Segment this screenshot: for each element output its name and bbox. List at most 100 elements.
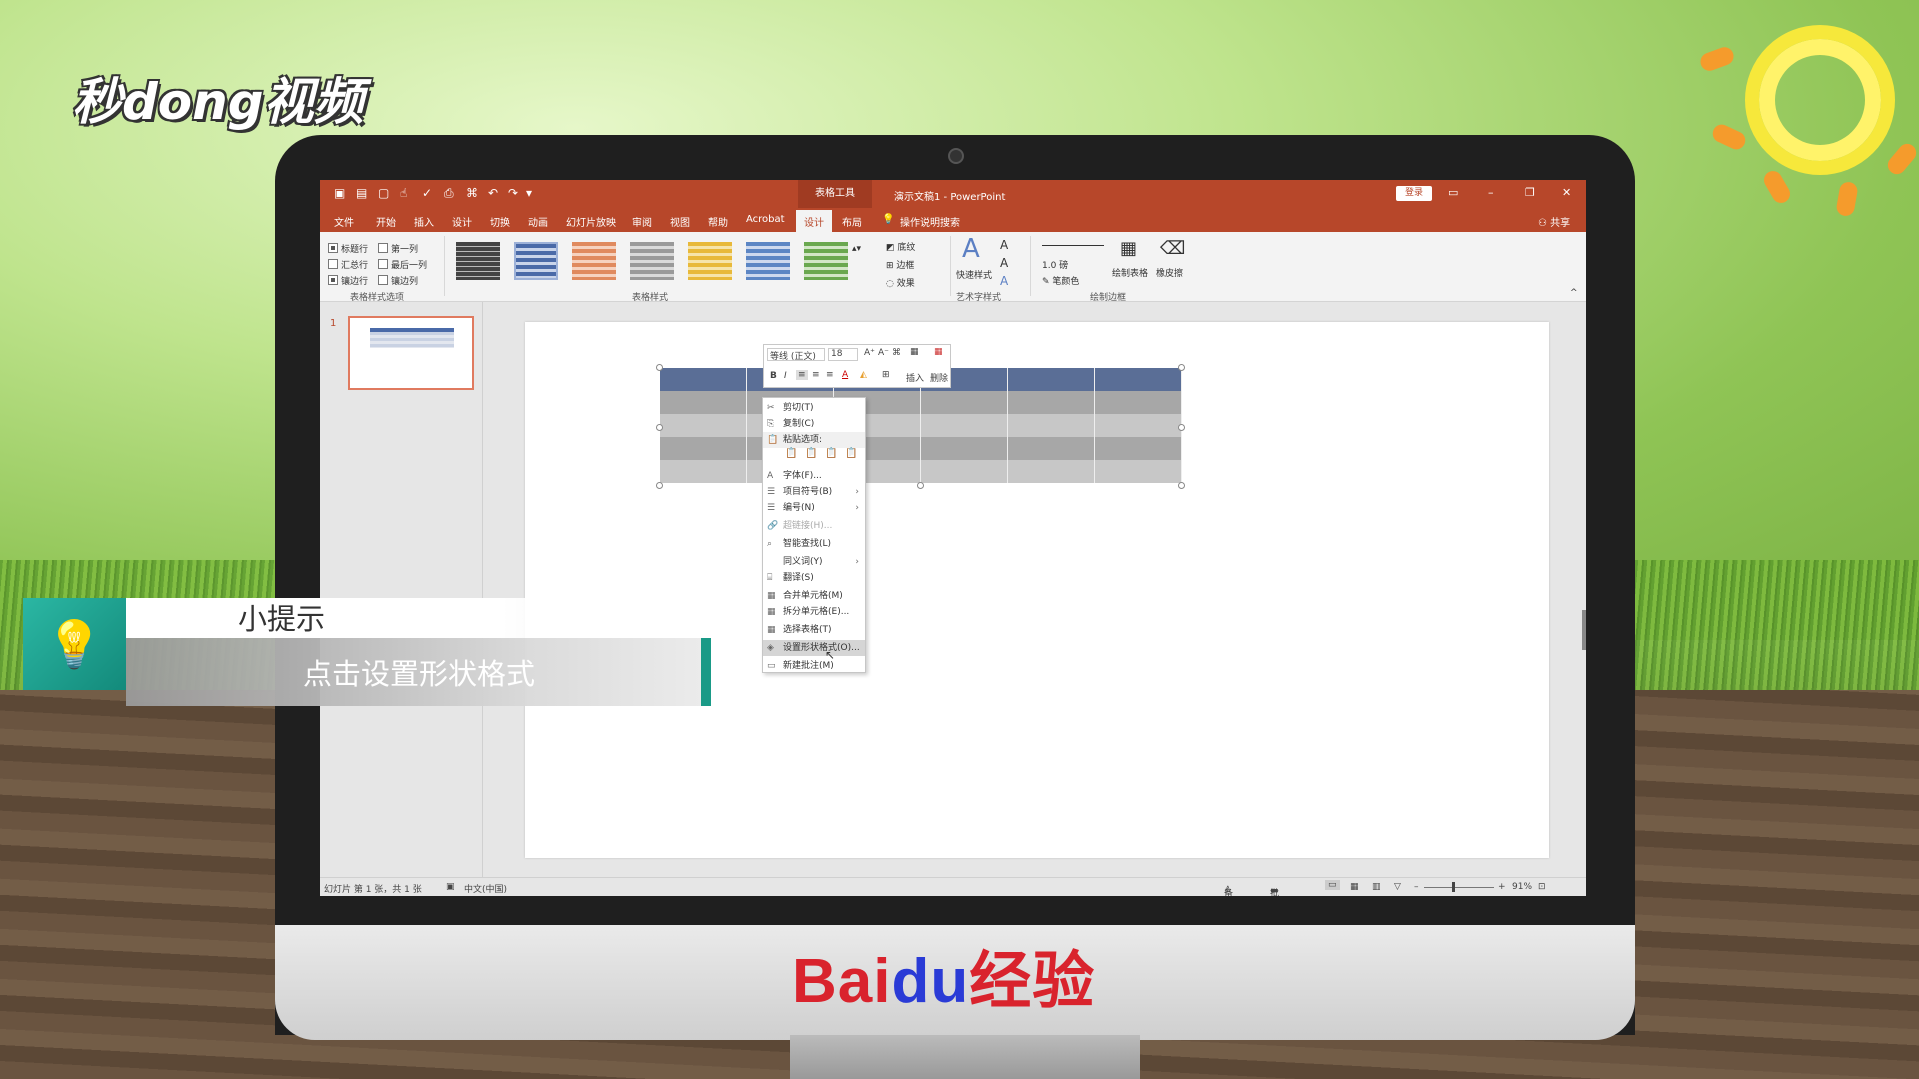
zoom-in-icon[interactable]: + bbox=[1498, 882, 1506, 892]
ribbon-display-icon[interactable]: ▭ bbox=[1448, 186, 1458, 199]
menu-item-smart-lookup[interactable]: ⌕ 智能查找(L) bbox=[763, 536, 865, 552]
paste-picture-icon[interactable]: 📋 bbox=[825, 448, 837, 459]
close-icon[interactable]: ✕ bbox=[1562, 186, 1571, 199]
tab-animations[interactable]: 动画 bbox=[528, 214, 548, 229]
customize-qa-icon[interactable]: ▾ bbox=[526, 186, 532, 200]
tab-review[interactable]: 审阅 bbox=[632, 214, 652, 229]
pen-style-dropdown[interactable] bbox=[1042, 240, 1104, 246]
table-style-dark[interactable] bbox=[456, 242, 500, 280]
resize-handle[interactable] bbox=[656, 424, 663, 431]
resize-handle[interactable] bbox=[1178, 424, 1185, 431]
text-fill-icon[interactable]: A bbox=[1000, 238, 1008, 252]
resize-handle[interactable] bbox=[917, 482, 924, 489]
table-style-blue-selected[interactable] bbox=[514, 242, 558, 280]
zoom-slider-thumb[interactable] bbox=[1452, 882, 1455, 892]
font-size-dropdown[interactable]: 18 bbox=[828, 348, 858, 361]
print-preview-icon[interactable]: ⎙ bbox=[444, 186, 454, 201]
align-left-icon[interactable]: ≡ bbox=[812, 370, 820, 380]
table-row[interactable] bbox=[660, 414, 1182, 437]
maximize-icon[interactable]: ❐ bbox=[1525, 186, 1535, 199]
menu-item-merge-cells[interactable]: ▦ 合并单元格(M) bbox=[763, 588, 865, 604]
text-effects-icon[interactable]: A bbox=[1000, 274, 1008, 288]
paste-destination-icon[interactable]: 📋 bbox=[785, 448, 797, 459]
table-style-gold[interactable] bbox=[688, 242, 732, 280]
zoom-out-icon[interactable]: – bbox=[1414, 882, 1419, 892]
menu-item-synonyms[interactable]: 同义词(Y) › bbox=[763, 554, 865, 570]
total-row-checkbox[interactable]: 汇总行 bbox=[328, 258, 368, 271]
font-name-dropdown[interactable]: 等线 (正文) bbox=[767, 348, 825, 362]
paste-text-icon[interactable]: 📋 bbox=[845, 448, 857, 459]
tab-insert[interactable]: 插入 bbox=[414, 214, 434, 229]
draw-table-label[interactable]: 绘制表格 bbox=[1112, 266, 1148, 279]
grow-font-icon[interactable]: A⁺ bbox=[864, 348, 875, 358]
resize-handle[interactable] bbox=[1178, 482, 1185, 489]
tab-home[interactable]: 开始 bbox=[376, 214, 396, 229]
minimize-icon[interactable]: – bbox=[1488, 186, 1494, 199]
open-icon[interactable]: ▤ bbox=[356, 186, 367, 200]
zoom-level[interactable]: 91% bbox=[1512, 882, 1532, 892]
delete-button[interactable]: 删除 bbox=[930, 371, 948, 384]
format-painter-mini-icon[interactable]: ⌘ bbox=[892, 348, 901, 358]
banded-rows-checkbox[interactable]: 镶边行 bbox=[328, 274, 368, 287]
italic-button[interactable]: I bbox=[784, 371, 787, 381]
menu-item-format-shape[interactable]: ◈ 设置形状格式(O)... bbox=[763, 640, 865, 656]
quick-styles-icon[interactable]: A bbox=[962, 234, 980, 264]
normal-view-icon[interactable]: ▭ bbox=[1325, 880, 1340, 890]
resize-handle[interactable] bbox=[656, 364, 663, 371]
fit-slide-icon[interactable]: ⊡ bbox=[1538, 882, 1546, 892]
slideshow-view-icon[interactable]: ▽ bbox=[1394, 882, 1401, 892]
align-right-icon[interactable]: ≡ bbox=[826, 370, 834, 380]
menu-item-copy[interactable]: ⎘ 复制(C) bbox=[763, 416, 865, 432]
menu-item-bullets[interactable]: ☰ 项目符号(B) › bbox=[763, 484, 865, 500]
eraser-icon[interactable]: ⌫ bbox=[1160, 238, 1185, 259]
eraser-label[interactable]: 橡皮擦 bbox=[1156, 266, 1183, 279]
menu-item-translate[interactable]: ⌸ 翻译(S) bbox=[763, 570, 865, 586]
menu-item-split-cells[interactable]: ▦ 拆分单元格(E)... bbox=[763, 604, 865, 620]
resize-handle[interactable] bbox=[656, 482, 663, 489]
last-column-checkbox[interactable]: 最后一列 bbox=[378, 258, 427, 271]
draw-table-icon[interactable]: ▦ bbox=[1120, 238, 1137, 259]
text-outline-icon[interactable]: A bbox=[1000, 256, 1008, 270]
tab-transitions[interactable]: 切换 bbox=[490, 214, 510, 229]
spellcheck-icon[interactable]: ▣ bbox=[446, 882, 455, 892]
pen-weight-dropdown[interactable]: 1.0 磅 bbox=[1042, 258, 1068, 271]
align-center-icon[interactable]: ≡ bbox=[796, 370, 808, 380]
table-style-lightblue[interactable] bbox=[746, 242, 790, 280]
new-icon[interactable]: ▢ bbox=[378, 186, 389, 200]
spelling-icon[interactable]: ✓ bbox=[422, 186, 432, 200]
tab-acrobat[interactable]: Acrobat bbox=[746, 214, 785, 225]
tab-view[interactable]: 视图 bbox=[670, 214, 690, 229]
shrink-font-icon[interactable]: A⁻ bbox=[878, 348, 889, 358]
menu-item-cut[interactable]: ✂ 剪切(T) bbox=[763, 400, 865, 416]
table-style-orange[interactable] bbox=[572, 242, 616, 280]
slide-sorter-icon[interactable]: ▦ bbox=[1350, 882, 1359, 892]
table-style-green[interactable] bbox=[804, 242, 848, 280]
pen-color-button[interactable]: ✎ 笔颜色 bbox=[1042, 274, 1079, 287]
slide-thumbnail[interactable] bbox=[348, 316, 474, 390]
header-row-checkbox[interactable]: 标题行 bbox=[328, 242, 368, 255]
bold-button[interactable]: B bbox=[770, 371, 777, 381]
language-status[interactable]: 中文(中国) bbox=[464, 882, 507, 895]
quick-styles-label[interactable]: 快速样式 bbox=[956, 268, 992, 281]
resize-handle[interactable] bbox=[1178, 364, 1185, 371]
paste-source-icon[interactable]: 📋 bbox=[805, 448, 817, 459]
insert-table-icon[interactable]: ▦ bbox=[910, 347, 919, 357]
gallery-scroll-icon[interactable]: ▴▾ bbox=[852, 244, 861, 254]
tab-design[interactable]: 设计 bbox=[452, 214, 472, 229]
collapse-ribbon-icon[interactable]: ^ bbox=[1570, 288, 1578, 298]
borders-mini-icon[interactable]: ⊞ bbox=[882, 370, 890, 380]
share-button[interactable]: ⚇ 共享 bbox=[1538, 214, 1570, 229]
menu-item-select-table[interactable]: ▦ 选择表格(T) bbox=[763, 622, 865, 638]
delete-table-icon[interactable]: ▦ bbox=[934, 347, 943, 357]
first-column-checkbox[interactable]: 第一列 bbox=[378, 242, 418, 255]
shading-mini-icon[interactable]: ◭ bbox=[860, 370, 867, 380]
tab-help[interactable]: 帮助 bbox=[708, 214, 728, 229]
format-painter-icon[interactable]: ⌘ bbox=[466, 186, 478, 200]
save-icon[interactable]: ▣ bbox=[334, 186, 345, 200]
effects-button[interactable]: ◌ 效果 bbox=[886, 276, 915, 289]
tab-layout[interactable]: 布局 bbox=[842, 214, 862, 229]
borders-button[interactable]: ⊞ 边框 bbox=[886, 258, 914, 271]
tab-slideshow[interactable]: 幻灯片放映 bbox=[566, 214, 616, 229]
zoom-slider[interactable] bbox=[1424, 887, 1494, 888]
undo-icon[interactable]: ↶ bbox=[488, 186, 498, 200]
